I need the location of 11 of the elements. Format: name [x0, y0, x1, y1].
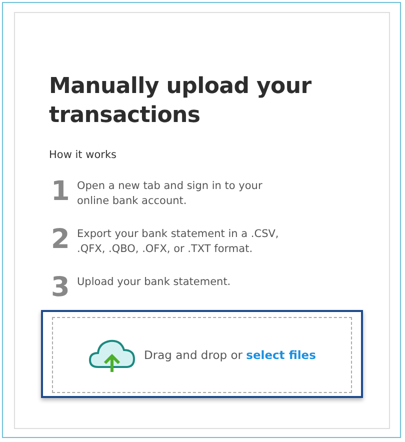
step-text: Upload your bank statement. — [77, 275, 232, 290]
step-text: Export your bank statement in a .CSV, .QFX, .QBO, .OFX, or .TXT format. — [77, 227, 280, 257]
step-number: 1 — [51, 176, 71, 208]
section-label: How it works — [49, 149, 118, 161]
step-number: 2 — [51, 224, 71, 256]
step-number: 3 — [51, 272, 71, 304]
cloud-upload-icon — [88, 337, 136, 373]
drop-zone[interactable]: Drag and drop or select files — [41, 310, 363, 398]
page-title: Manually upload your transactions — [49, 73, 312, 130]
step-text: Open a new tab and sign in to your online bank account. — [77, 179, 264, 209]
drop-instruction: Drag and drop or select files — [144, 348, 316, 362]
